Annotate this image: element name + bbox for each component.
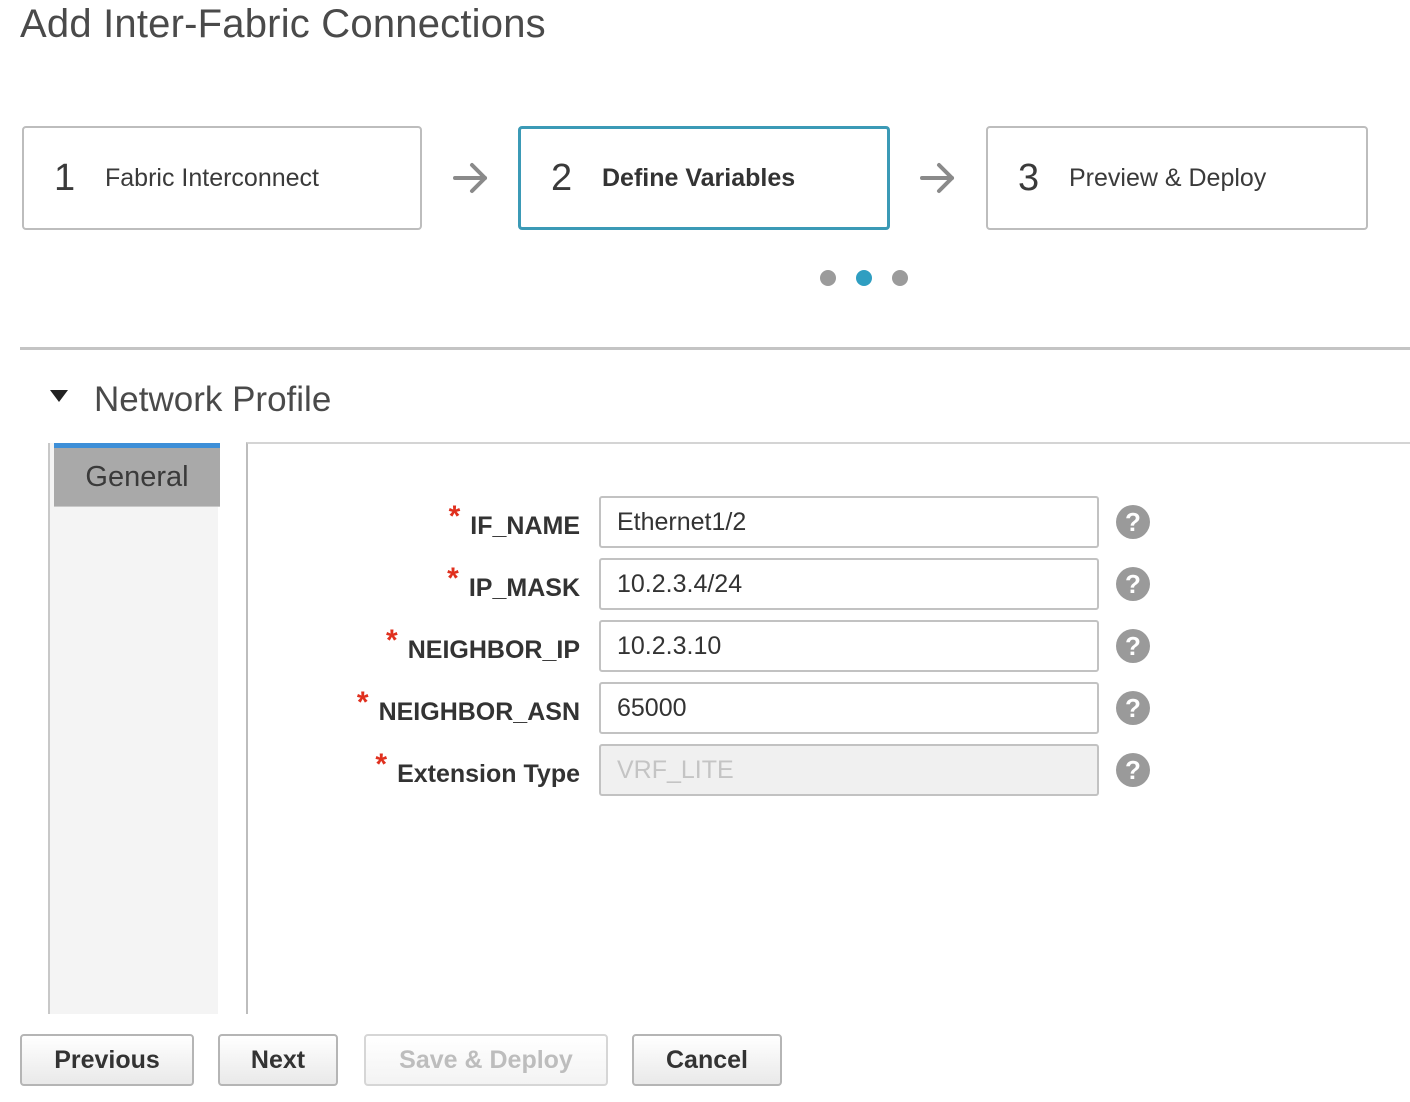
next-button[interactable]: Next bbox=[218, 1034, 338, 1086]
arrow-right-icon bbox=[920, 163, 954, 193]
field-label-text: NEIGHBOR_ASN bbox=[378, 698, 580, 726]
ip-mask-input[interactable] bbox=[599, 558, 1099, 610]
field-label: * IF_NAME bbox=[449, 500, 580, 542]
neighbor-ip-input[interactable] bbox=[599, 620, 1099, 672]
cancel-button[interactable]: Cancel bbox=[632, 1034, 782, 1086]
progress-dot-active bbox=[856, 270, 872, 286]
step-progress-dots bbox=[820, 270, 908, 286]
profile-tab-column: General bbox=[48, 443, 220, 1014]
form-row-neighbor-asn: * NEIGHBOR_ASN ? bbox=[248, 682, 1410, 734]
step-label: Fabric Interconnect bbox=[105, 163, 319, 192]
progress-dot bbox=[820, 270, 836, 286]
field-label-text: IP_MASK bbox=[468, 574, 580, 602]
previous-button[interactable]: Previous bbox=[20, 1034, 194, 1086]
step-label: Define Variables bbox=[602, 163, 796, 192]
neighbor-asn-input[interactable] bbox=[599, 682, 1099, 734]
section-divider bbox=[20, 347, 1410, 350]
field-label: * Extension Type bbox=[375, 748, 580, 790]
field-label-text: Extension Type bbox=[397, 760, 580, 788]
question-circle-icon[interactable]: ? bbox=[1116, 691, 1150, 725]
step-number: 3 bbox=[1018, 156, 1040, 199]
required-marker: * bbox=[386, 624, 398, 657]
field-label-text: NEIGHBOR_IP bbox=[407, 636, 580, 664]
question-circle-icon[interactable]: ? bbox=[1116, 505, 1150, 539]
wizard-step-fabric-interconnect[interactable]: 1 Fabric Interconnect bbox=[22, 126, 422, 230]
question-circle-icon[interactable]: ? bbox=[1116, 567, 1150, 601]
progress-dot bbox=[892, 270, 908, 286]
step-number: 2 bbox=[551, 156, 573, 199]
required-marker: * bbox=[447, 562, 459, 595]
field-label: * NEIGHBOR_IP bbox=[386, 624, 580, 666]
form-row-if-name: * IF_NAME ? bbox=[248, 496, 1410, 548]
arrow-right-icon bbox=[453, 163, 487, 193]
page-title: Add Inter-Fabric Connections bbox=[20, 2, 546, 46]
step-label: Preview & Deploy bbox=[1069, 163, 1267, 192]
section-title: Network Profile bbox=[94, 380, 332, 419]
step-number: 1 bbox=[54, 156, 76, 199]
wizard-step-define-variables[interactable]: 2 Define Variables bbox=[518, 126, 890, 230]
form-panel: * IF_NAME ? * IP_MASK ? * NEIGHBOR_IP ? * NE… bbox=[246, 442, 1410, 1014]
form-row-ip-mask: * IP_MASK ? bbox=[248, 558, 1410, 610]
save-deploy-button: Save & Deploy bbox=[364, 1034, 608, 1086]
form-row-extension-type: * Extension Type ? bbox=[248, 744, 1410, 796]
extension-type-input bbox=[599, 744, 1099, 796]
required-marker: * bbox=[448, 500, 461, 533]
question-circle-icon[interactable]: ? bbox=[1116, 629, 1150, 663]
form-row-neighbor-ip: * NEIGHBOR_IP ? bbox=[248, 620, 1410, 672]
if-name-input[interactable] bbox=[599, 496, 1099, 548]
field-label: * NEIGHBOR_ASN bbox=[357, 686, 580, 728]
wizard-step-preview-deploy[interactable]: 3 Preview & Deploy bbox=[986, 126, 1368, 230]
caret-down-icon[interactable] bbox=[50, 390, 68, 402]
field-label-text: IF_NAME bbox=[470, 512, 580, 540]
required-marker: * bbox=[375, 748, 388, 781]
network-profile-header[interactable]: Network Profile bbox=[50, 380, 331, 420]
field-label: * IP_MASK bbox=[447, 562, 580, 604]
question-circle-icon[interactable]: ? bbox=[1116, 753, 1150, 787]
tab-general[interactable]: General bbox=[54, 443, 220, 507]
required-marker: * bbox=[356, 686, 369, 719]
